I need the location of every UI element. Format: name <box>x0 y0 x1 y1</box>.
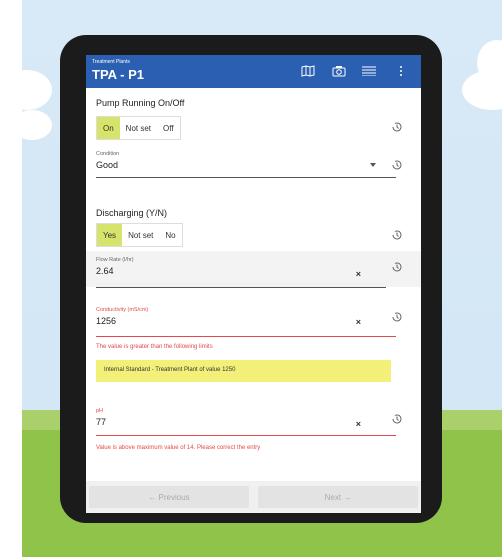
flow-rate-field[interactable]: Flow Rate (l/hr) 2.64 <box>96 257 386 276</box>
history-icon[interactable] <box>391 261 403 273</box>
history-icon[interactable] <box>391 229 403 241</box>
limit-notice-box: Internal Standard - Treatment Plant of v… <box>96 360 391 382</box>
pump-option-on[interactable]: On <box>97 117 120 139</box>
dropdown-arrow-icon[interactable] <box>369 162 377 168</box>
history-icon[interactable] <box>391 311 403 323</box>
app-bar: Treatment Plants TPA - P1 <box>86 55 421 88</box>
pump-option-off[interactable]: Off <box>157 117 180 139</box>
app-screen: Treatment Plants TPA - P1 Pump Running O… <box>86 55 421 513</box>
conductivity-label: Conductivity (mS/cm) <box>96 307 149 313</box>
ph-field[interactable]: pH 77 <box>96 408 386 427</box>
history-icon[interactable] <box>391 413 403 425</box>
conductivity-underline <box>96 336 396 337</box>
more-vert-icon[interactable] <box>394 65 408 77</box>
app-title: TPA - P1 <box>92 67 145 82</box>
flow-rate-clear-button[interactable]: × <box>356 269 361 279</box>
condition-label: Condition <box>96 151 120 157</box>
discharging-option-not-set[interactable]: Not set <box>122 224 159 246</box>
ph-value: 77 <box>96 417 107 427</box>
barcode-icon[interactable] <box>362 65 376 77</box>
discharging-selector: Yes Not set No <box>96 223 183 247</box>
pump-running-selector: On Not set Off <box>96 116 181 140</box>
conductivity-field[interactable]: Conductivity (mS/cm) 1256 <box>96 307 386 326</box>
history-icon[interactable] <box>391 121 403 133</box>
condition-field[interactable]: Condition Good <box>96 151 386 170</box>
discharging-option-yes[interactable]: Yes <box>97 224 123 246</box>
footer-nav: ← Previous Next → <box>86 481 421 513</box>
ph-underline <box>96 435 396 436</box>
conductivity-value: 1256 <box>96 316 117 326</box>
condition-value: Good <box>96 160 119 170</box>
pump-option-not-set[interactable]: Not set <box>120 117 157 139</box>
flow-rate-label: Flow Rate (l/hr) <box>96 257 134 263</box>
flow-rate-value: 2.64 <box>96 266 114 276</box>
next-button[interactable]: Next → <box>258 486 418 508</box>
discharging-option-no[interactable]: No <box>159 224 181 246</box>
conductivity-clear-button[interactable]: × <box>356 317 361 327</box>
ph-clear-button[interactable]: × <box>356 419 361 429</box>
ph-label: pH <box>96 408 104 414</box>
conductivity-error-text: The value is greater than the following … <box>96 344 213 350</box>
pump-running-label: Pump Running On/Off <box>96 98 185 108</box>
limit-notice-text: Internal Standard - Treatment Plant of v… <box>104 367 236 373</box>
map-icon[interactable] <box>301 65 315 77</box>
cloud <box>22 110 52 140</box>
flow-rate-underline <box>96 287 386 288</box>
cloud <box>22 70 52 110</box>
previous-button[interactable]: ← Previous <box>89 486 249 508</box>
history-icon[interactable] <box>391 159 403 171</box>
ph-error-text: Value is above maximum value of 14. Plea… <box>96 445 261 451</box>
condition-underline <box>96 177 396 178</box>
discharging-label: Discharging (Y/N) <box>96 208 168 218</box>
app-subtitle: Treatment Plants <box>92 59 130 65</box>
camera-icon[interactable] <box>332 65 346 77</box>
